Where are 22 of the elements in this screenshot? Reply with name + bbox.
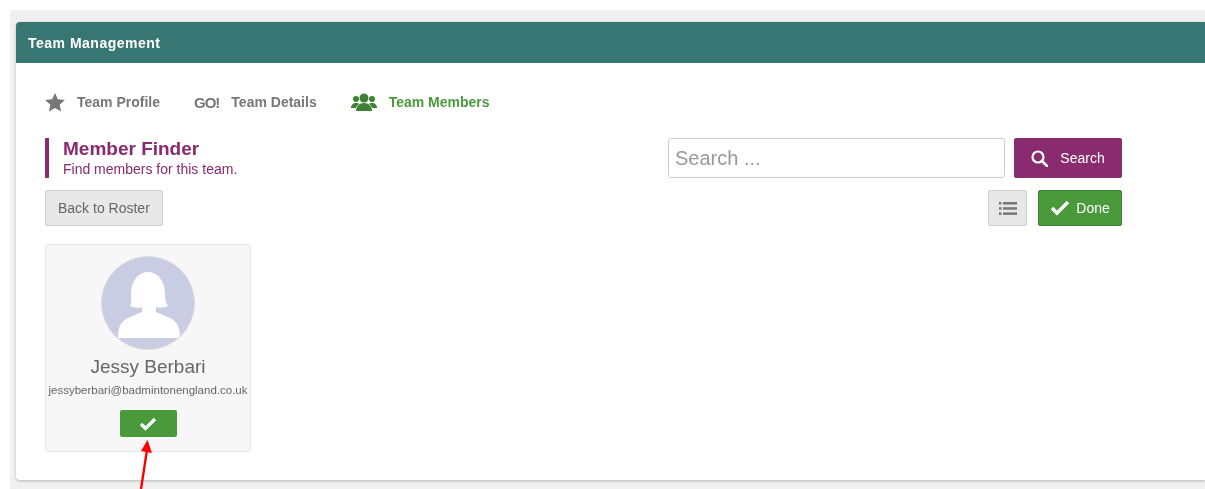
- search-icon: [1031, 149, 1049, 167]
- list-icon: [998, 201, 1017, 215]
- annotation-arrow: [138, 440, 152, 489]
- tab[interactable]: Team Members: [350, 91, 490, 113]
- list-view-button[interactable]: [988, 190, 1027, 226]
- section-title: Member Finder: [63, 138, 201, 160]
- section-subtitle: Find members for this team.: [63, 160, 238, 178]
- done-button[interactable]: Done: [1038, 190, 1122, 226]
- tab[interactable]: GO! Team Details: [194, 91, 317, 113]
- select-button[interactable]: [119, 410, 177, 437]
- search-field[interactable]: Search ...: [668, 138, 1005, 178]
- member-email: jessyberbari@badmintonengland.co.uk: [48, 384, 248, 396]
- member-name: Jessy Berbari: [90, 356, 206, 378]
- people-icon: [350, 93, 377, 111]
- star-icon: [45, 92, 65, 112]
- check-icon: [139, 416, 157, 431]
- panel-header: Team Management: [16, 22, 1205, 63]
- search-button[interactable]: Search: [1014, 138, 1122, 178]
- tab[interactable]: Team Profile: [45, 91, 160, 113]
- logo-icon: GO!: [194, 93, 220, 111]
- back-button[interactable]: Back to Roster: [45, 190, 163, 226]
- check-icon: [1050, 200, 1071, 216]
